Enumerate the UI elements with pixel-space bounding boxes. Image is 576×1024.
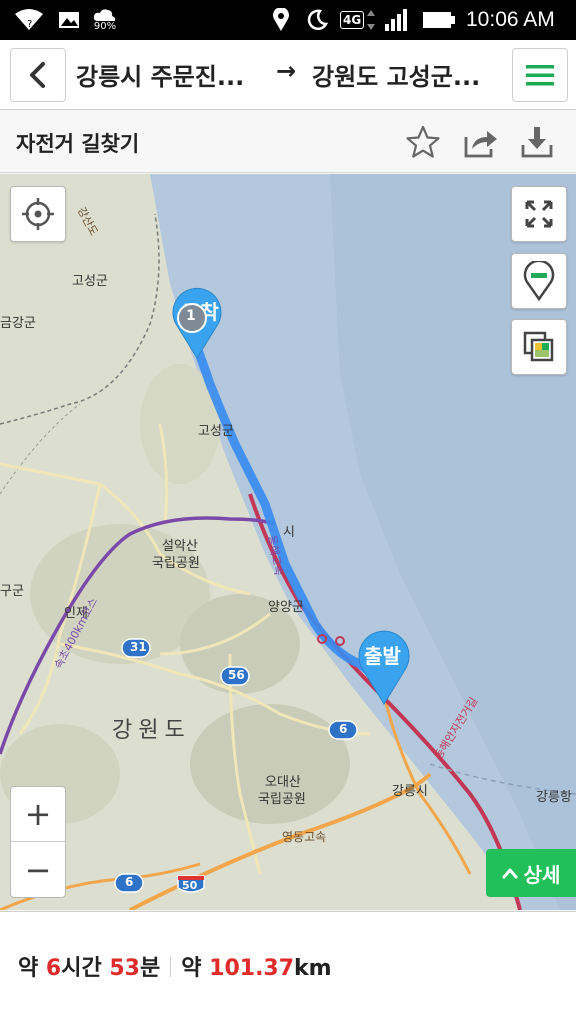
detail-button-label: 상세 <box>523 862 561 887</box>
back-button[interactable] <box>10 48 66 102</box>
route-origin[interactable]: 강릉시 주문진... <box>76 57 244 92</box>
layers-button[interactable] <box>511 319 567 375</box>
network-4g-icon: 4G <box>340 0 376 40</box>
hamburger-menu-icon <box>526 65 554 86</box>
summary-divider <box>170 957 172 977</box>
gangneung-port-label: 강릉항 <box>536 790 572 805</box>
share-icon <box>464 131 497 158</box>
status-bar: ? 90% 4G 10:06 AM <box>0 0 576 40</box>
goseong-county-label: 고성군 <box>72 274 108 289</box>
waypoint-number: 1 <box>186 308 196 324</box>
route-50-label: 50 <box>182 879 198 892</box>
goseong-town-label: 고성군 <box>198 424 234 439</box>
seoraksan-label: 설악산 <box>162 539 198 554</box>
menu-button[interactable] <box>512 48 568 102</box>
yeongdong-expressway-label: 영동고속 <box>282 830 327 844</box>
minutes-unit: 분 <box>139 956 161 981</box>
star-icon <box>406 125 440 158</box>
route-31-label: 31 <box>130 640 147 654</box>
distance-unit: km <box>294 956 332 981</box>
gangneung-label: 강릉시 <box>392 784 428 799</box>
weather-icon: 90% <box>92 0 118 40</box>
seoraksan-park-label: 국립공원 <box>152 556 200 571</box>
fullscreen-button[interactable] <box>511 186 567 242</box>
duration-hours: 6 <box>45 956 62 981</box>
image-notification-icon <box>58 0 80 40</box>
crosshair-icon <box>22 198 54 230</box>
layers-icon <box>523 331 554 362</box>
chevron-up-icon <box>502 868 518 879</box>
departure-pin-label: 출발 <box>364 644 401 668</box>
zoom-out-button[interactable]: − <box>11 842 65 897</box>
wifi-icon: ? <box>14 0 44 40</box>
clock: 10:06 AM <box>466 8 555 31</box>
zoom-control: + − <box>10 786 66 898</box>
my-location-button[interactable] <box>10 186 66 242</box>
yangyang-label: 양양군 <box>268 600 304 615</box>
mode-bar: 자전거 길찾기 <box>0 111 576 173</box>
detail-button[interactable]: 상세 <box>486 849 576 897</box>
pin-toggle-button[interactable] <box>511 253 567 309</box>
geumgang-county-label: 금강군 <box>0 316 36 331</box>
route-header: 강릉시 주문진... → 강원도 고성군... <box>0 40 576 110</box>
gangwon-province-label: 강원도 <box>112 718 191 743</box>
share-button[interactable] <box>462 123 500 161</box>
signal-icon <box>384 0 410 40</box>
download-icon <box>521 127 553 158</box>
route-56-label: 56 <box>228 668 245 682</box>
odaesan-park-label: 국립공원 <box>258 792 306 807</box>
route-summary-text: 약 6시간 53분 약 101.37km <box>18 950 332 982</box>
favorite-button[interactable] <box>404 123 442 161</box>
map-view[interactable]: 31 56 6 6 50 고성군 금강군 고성군 시 양양군 인제 구군 강릉시… <box>0 174 576 910</box>
zoom-in-button[interactable]: + <box>11 787 65 842</box>
svg-text:?: ? <box>27 19 32 30</box>
hours-unit: 시간 <box>61 956 110 981</box>
route-summary: 약 6시간 53분 약 101.37km <box>0 911 576 1024</box>
route-destination[interactable]: 강원도 고성군... <box>312 57 480 92</box>
distance-prefix: 약 <box>181 956 210 981</box>
weather-temp: 90% <box>93 21 117 32</box>
route-6b-label: 6 <box>125 875 134 889</box>
fullscreen-icon <box>525 200 553 228</box>
odaesan-label: 오대산 <box>265 775 301 790</box>
do-not-disturb-icon <box>306 0 328 40</box>
battery-icon <box>422 0 456 40</box>
county-edge-label: 구군 <box>0 584 24 599</box>
location-icon <box>272 0 290 40</box>
download-button[interactable] <box>518 123 556 161</box>
page-title: 자전거 길찾기 <box>16 132 140 156</box>
distance-value: 101.37 <box>209 956 295 981</box>
sokcho-label: 시 <box>283 525 295 540</box>
network-label: 4G <box>340 11 365 29</box>
duration-minutes: 53 <box>109 956 140 981</box>
chevron-left-icon <box>30 62 45 88</box>
route-arrow: → <box>276 57 297 85</box>
map-pin-icon <box>523 261 555 301</box>
route-6a-label: 6 <box>339 722 348 736</box>
time-prefix: 약 <box>18 956 46 981</box>
